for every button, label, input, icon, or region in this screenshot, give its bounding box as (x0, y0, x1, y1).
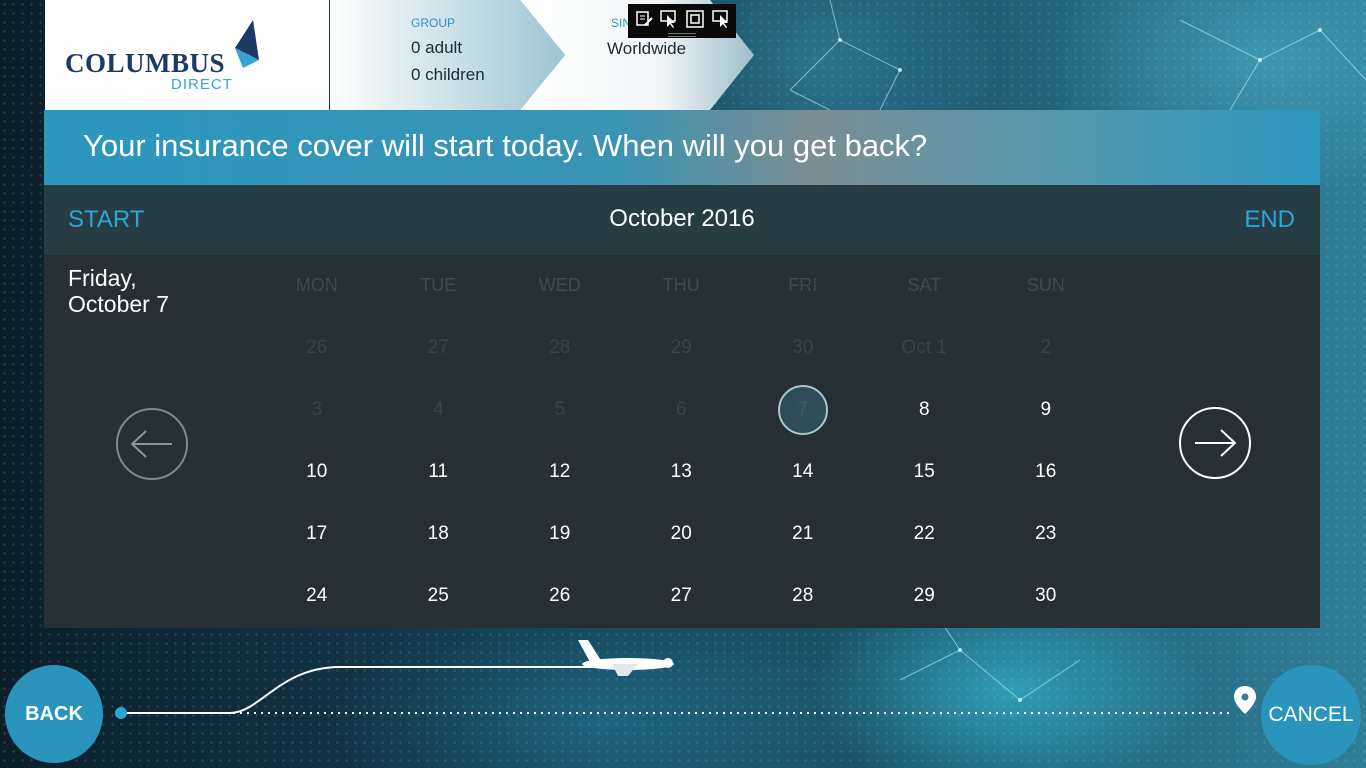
calendar-day[interactable]: 18 (378, 519, 500, 569)
previous-month-button[interactable] (116, 408, 188, 480)
adults-count: 0 adult (411, 38, 463, 57)
arrow-right-icon (1195, 429, 1237, 457)
calendar-day-disabled: 3 (311, 399, 323, 420)
calendar-day[interactable]: 16 (985, 457, 1107, 507)
calendar-day[interactable]: 15 (864, 457, 986, 507)
screen-share-icon[interactable] (711, 9, 731, 29)
logo-area: COLUMBUS DIRECT (45, 0, 329, 110)
group-label: GROUP (411, 16, 456, 30)
calendar-day[interactable]: 14 (742, 457, 864, 507)
logo-subtitle: DIRECT (171, 76, 233, 93)
selected-date: Friday, October 7 (68, 265, 248, 317)
airplane-icon (578, 640, 674, 676)
calendar-body: Friday, October 7 MON TUE WED THU FRI SA… (44, 255, 1320, 628)
calendar-day[interactable]: 21 (742, 519, 864, 569)
weekday-header-row: MON TUE WED THU FRI SAT SUN (256, 275, 1108, 299)
month-title: October 2016 (609, 205, 755, 232)
weekday-label: FRI (788, 275, 818, 295)
calendar-day-disabled: 5 (554, 399, 566, 420)
calendar-day[interactable]: 11 (378, 457, 500, 507)
destination-pin-icon (1234, 686, 1256, 714)
floating-toolbar (628, 4, 736, 38)
weekday-label: TUE (420, 275, 457, 295)
calendar-day-disabled: 28 (549, 337, 571, 358)
weekday-label: WED (538, 275, 581, 295)
trip-progress-path (115, 640, 1256, 719)
calendar-day[interactable]: 8 (864, 395, 986, 445)
calendar-day[interactable]: 17 (256, 519, 378, 569)
selected-date-day: October 7 (68, 291, 169, 317)
weekday-label: MON (295, 275, 338, 295)
selected-date-weekday: Friday, (68, 265, 137, 291)
calendar-day-disabled: 2 (1040, 337, 1052, 358)
calendar-day-disabled: 6 (675, 399, 687, 420)
calendar-day[interactable]: 26 (499, 581, 621, 631)
back-button[interactable]: BACK (5, 665, 103, 763)
weekday-label: THU (662, 275, 700, 295)
calendar-day[interactable]: 23 (985, 519, 1107, 569)
calendar-day-disabled: Oct 1 (901, 337, 947, 358)
calendar-day[interactable]: 25 (378, 581, 500, 631)
flight-path (121, 666, 600, 714)
calendar-day[interactable]: 10 (256, 457, 378, 507)
calendar-header: START October 2016 END (44, 185, 1320, 255)
calendar-day[interactable]: 20 (621, 519, 743, 569)
weekday-label: SAT (907, 275, 942, 295)
question-text: Your insurance cover will start today. W… (83, 128, 928, 163)
calendar-day[interactable]: 27 (621, 581, 743, 631)
toolbar-grip[interactable] (668, 33, 696, 37)
calendar-day[interactable]: 30 (985, 581, 1107, 631)
calendar-day-disabled: 26 (306, 337, 328, 358)
calendar-day[interactable]: 22 (864, 519, 986, 569)
weekday-label: SUN (1026, 275, 1065, 295)
progress-start-dot (115, 707, 127, 719)
children-count: 0 children (411, 65, 485, 84)
calendar-day[interactable]: 28 (742, 581, 864, 631)
calendar-day-disabled: 4 (432, 399, 444, 420)
end-tab[interactable]: END (1244, 206, 1295, 234)
calendar-day[interactable]: 9 (985, 395, 1107, 445)
cancel-button[interactable]: CANCEL (1261, 665, 1361, 765)
calendar-day[interactable]: 24 (256, 581, 378, 631)
next-month-button[interactable] (1179, 407, 1251, 479)
calendar-day[interactable]: 12 (499, 457, 621, 507)
calendar-day-disabled: 30 (792, 337, 814, 358)
fullscreen-icon[interactable] (685, 9, 705, 29)
arrow-left-icon (130, 430, 172, 458)
logo-mark-icon (235, 20, 259, 68)
calendar-day-disabled: 29 (670, 337, 692, 358)
calendar-day[interactable]: 29 (864, 581, 986, 631)
calendar-day-disabled: 27 (427, 337, 449, 358)
logo-name: COLUMBUS (65, 48, 226, 78)
question-banner: Your insurance cover will start today. W… (44, 110, 1320, 185)
destination-value: Worldwide (607, 39, 687, 58)
calendar-day[interactable]: 13 (621, 457, 743, 507)
calendar-day-number: 7 (797, 399, 809, 420)
calendar-grid: 26 27 28 29 30 Oct 1 2 3 4 5 6 7 8 9 10 … (256, 333, 1108, 633)
edit-icon[interactable] (634, 9, 654, 29)
calendar-day[interactable]: 19 (499, 519, 621, 569)
select-pointer-icon[interactable] (659, 9, 679, 29)
calendar-day-today[interactable]: 7 (742, 385, 864, 445)
